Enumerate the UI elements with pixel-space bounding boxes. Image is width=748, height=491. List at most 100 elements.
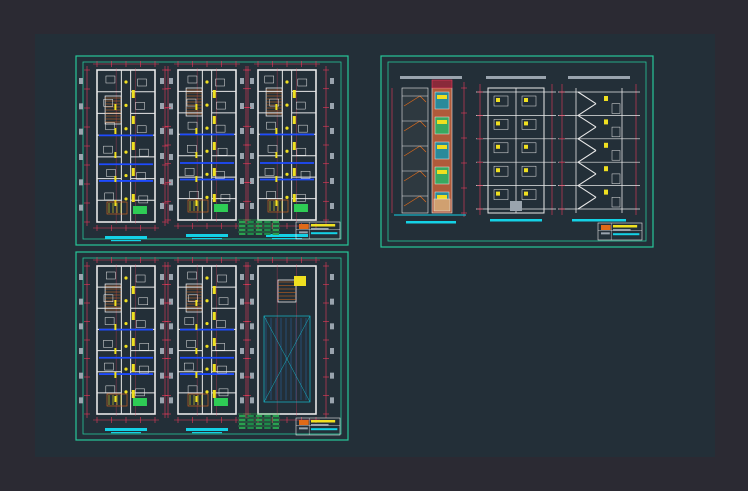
yellow-mark bbox=[275, 176, 278, 182]
dimension-text bbox=[330, 128, 334, 134]
yellow-mark bbox=[131, 338, 135, 346]
dimension-text bbox=[79, 323, 83, 330]
yellow-mark bbox=[114, 396, 117, 402]
table-cell bbox=[255, 229, 263, 231]
yellow-mark bbox=[195, 176, 198, 182]
green-fixture bbox=[293, 204, 308, 212]
section-a-a[interactable] bbox=[476, 76, 556, 222]
fixture-dot bbox=[205, 103, 209, 107]
fixture-dot bbox=[124, 80, 128, 84]
yellow-mark bbox=[604, 166, 608, 172]
yellow-mark bbox=[604, 96, 608, 101]
dimension-text bbox=[160, 203, 164, 209]
yellow-mark bbox=[292, 116, 296, 124]
title-text bbox=[310, 228, 329, 230]
title-text bbox=[612, 233, 640, 236]
window-glass bbox=[437, 170, 447, 174]
logo-mark bbox=[601, 225, 611, 230]
table-cell bbox=[255, 233, 263, 235]
yellow-mark bbox=[524, 168, 528, 173]
yellow-mark bbox=[496, 98, 500, 102]
table-cell bbox=[264, 225, 271, 227]
yellow-mark bbox=[114, 348, 117, 354]
view-title bbox=[568, 76, 630, 79]
dimension-text bbox=[79, 103, 83, 110]
table-cell bbox=[264, 415, 271, 417]
table-cell bbox=[264, 229, 271, 231]
dimension-text bbox=[160, 78, 164, 84]
window-glass bbox=[437, 195, 447, 199]
dimension-text bbox=[160, 397, 164, 404]
fixture-dot bbox=[124, 173, 128, 178]
table-cell bbox=[239, 229, 246, 231]
dimension-text bbox=[160, 348, 164, 354]
dimension-text bbox=[79, 274, 83, 280]
fixture-dot bbox=[205, 344, 209, 348]
dimension-text bbox=[169, 154, 173, 160]
dimension-text bbox=[160, 298, 164, 305]
dimension-text bbox=[169, 103, 173, 110]
dimension-text bbox=[169, 372, 173, 379]
yellow-mark bbox=[131, 142, 135, 150]
dimension-text bbox=[169, 78, 173, 84]
dimension-text bbox=[250, 178, 254, 184]
fixture-dot bbox=[205, 126, 209, 130]
facade-window bbox=[434, 166, 450, 185]
fixture-dot bbox=[124, 390, 128, 394]
yellow-mark bbox=[292, 168, 296, 176]
title-text bbox=[310, 420, 336, 423]
plan-title-bar bbox=[186, 428, 228, 431]
fixture-dot bbox=[124, 321, 128, 326]
dimension-text bbox=[160, 103, 164, 109]
table-cell bbox=[264, 221, 271, 223]
yellow-mark bbox=[292, 142, 296, 150]
plan-title-underline bbox=[192, 238, 222, 240]
dimension-text bbox=[240, 372, 244, 379]
fixture-dot bbox=[205, 299, 209, 303]
yellow-mark bbox=[212, 116, 216, 124]
fixture-dot bbox=[124, 127, 128, 131]
dimension-text bbox=[79, 298, 83, 305]
yellow-mark bbox=[195, 372, 198, 378]
parapet bbox=[431, 79, 453, 89]
dimension-text bbox=[160, 274, 164, 280]
table-cell bbox=[264, 419, 271, 421]
dimension-text bbox=[330, 397, 334, 404]
fixture-dot bbox=[124, 197, 128, 201]
table-cell bbox=[247, 225, 254, 227]
cad-drawing-canvas[interactable] bbox=[0, 0, 748, 491]
dimension-text bbox=[330, 274, 334, 280]
table-cell bbox=[239, 233, 246, 235]
fixture-dot bbox=[285, 103, 289, 107]
cad-model-space[interactable] bbox=[0, 0, 748, 491]
fixture-dot bbox=[285, 195, 289, 199]
dimension-text bbox=[250, 78, 254, 84]
table-cell bbox=[239, 415, 246, 417]
dimension-text bbox=[330, 348, 334, 354]
plan-title-bar bbox=[266, 234, 308, 237]
table-cell bbox=[239, 423, 246, 425]
logo-mark bbox=[299, 420, 309, 425]
table-cell bbox=[272, 233, 279, 235]
view-title-bar bbox=[406, 221, 456, 224]
yellow-mark bbox=[114, 176, 117, 182]
dimension-text bbox=[160, 153, 164, 159]
table-cell bbox=[247, 423, 254, 425]
dimension-text bbox=[330, 298, 334, 305]
plan-title-bar bbox=[105, 428, 147, 431]
table-cell bbox=[264, 427, 271, 429]
table-cell bbox=[255, 419, 263, 421]
fixture-dot bbox=[124, 150, 128, 154]
dimension-text bbox=[330, 372, 334, 379]
yellow-mark bbox=[114, 104, 117, 110]
yellow-mark bbox=[212, 286, 216, 294]
tank bbox=[294, 276, 306, 286]
table-cell bbox=[255, 423, 263, 425]
title-text bbox=[310, 224, 336, 227]
yellow-mark bbox=[212, 194, 216, 202]
table-cell bbox=[272, 415, 279, 417]
table-cell bbox=[247, 415, 254, 417]
table-cell bbox=[264, 423, 271, 425]
dimension-text bbox=[240, 128, 244, 134]
facade-window bbox=[434, 91, 450, 110]
